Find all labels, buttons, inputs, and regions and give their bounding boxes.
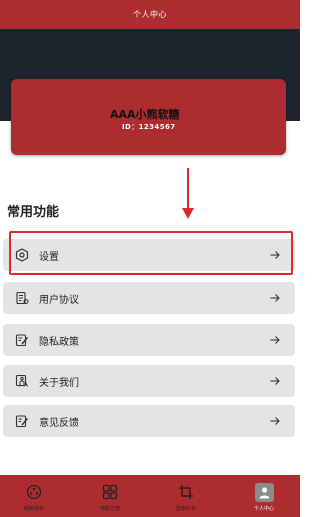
arrow-right-icon <box>270 377 280 385</box>
menu-label-user-agreement: 用户协议 <box>39 295 79 306</box>
annotation-arrow-icon <box>182 168 194 219</box>
arrow-right-icon <box>270 251 280 259</box>
arrow-right-icon <box>270 417 280 425</box>
eye-dial-icon <box>26 484 42 500</box>
menu-item-settings[interactable]: 设置 <box>3 239 295 271</box>
tab-label: 个人中心 <box>253 506 274 512</box>
arrow-right-icon <box>270 294 280 302</box>
crop-icon <box>179 485 193 499</box>
privacy-edit-icon <box>14 332 30 348</box>
profile-card[interactable]: AAA小熊软糖 ID：1234567 <box>11 79 286 155</box>
tab-eye-protection[interactable]: 眼睛保护 <box>3 475 65 517</box>
tab-label: 剪辑片手 <box>175 506 196 512</box>
top-bar: 个人中心 <box>0 0 300 29</box>
profile-id: ID：1234567 <box>122 123 176 131</box>
page-title: 个人中心 <box>133 10 167 19</box>
feedback-edit-icon <box>14 413 30 429</box>
tab-label: 眼睛保护 <box>23 506 44 512</box>
menu-item-feedback[interactable]: 意见反馈 <box>3 405 295 437</box>
tab-movie-window[interactable]: 电影之窗 <box>79 475 141 517</box>
grid-icon <box>102 484 118 500</box>
tab-editing[interactable]: 剪辑片手 <box>155 475 217 517</box>
menu-label-feedback: 意见反馈 <box>39 418 79 429</box>
about-icon <box>14 373 30 389</box>
tab-label: 电影之窗 <box>99 506 120 512</box>
bottom-tab-bar: 眼睛保护 电影之窗 剪辑片手 个人中心 <box>0 475 300 517</box>
menu-label-about-us: 关于我们 <box>39 378 79 389</box>
menu-item-privacy-policy[interactable]: 隐私政策 <box>3 324 295 356</box>
menu-item-user-agreement[interactable]: 用户协议 <box>3 282 295 314</box>
menu-label-privacy-policy: 隐私政策 <box>39 337 79 348</box>
profile-name: AAA小熊软糖 <box>110 108 180 121</box>
arrow-right-icon <box>270 336 280 344</box>
section-title: 常用功能 <box>7 205 60 220</box>
agreement-icon <box>14 290 30 306</box>
settings-icon <box>14 247 30 263</box>
tab-profile[interactable]: 个人中心 <box>233 475 295 517</box>
menu-label-settings: 设置 <box>39 252 59 263</box>
profile-icon <box>255 483 274 502</box>
menu-item-about-us[interactable]: 关于我们 <box>3 365 295 397</box>
